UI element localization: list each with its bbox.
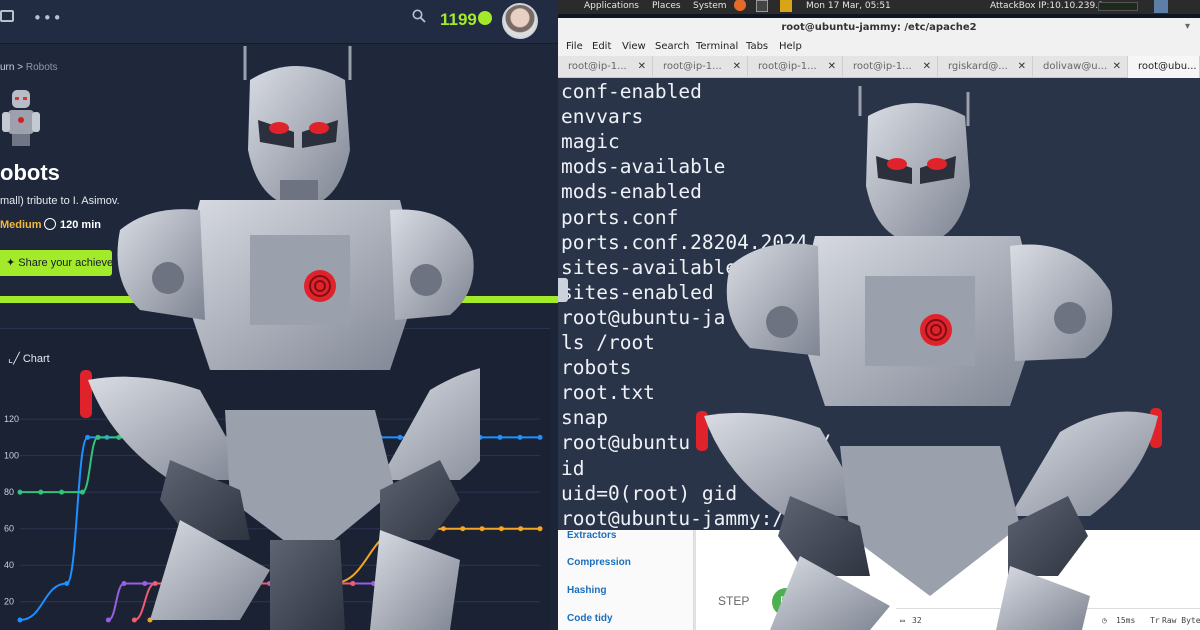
robot-illustration-left xyxy=(80,46,480,630)
terminal-tab[interactable]: root@ip-1... ✕ xyxy=(653,56,748,78)
search-icon[interactable] xyxy=(412,9,426,27)
chart-point[interactable] xyxy=(518,526,524,532)
terminal-line: root.txt xyxy=(561,381,655,405)
terminal-tab[interactable]: root@ip-1... ✕ xyxy=(748,56,843,78)
chart-y-tick-label: 20 xyxy=(4,597,14,607)
chart-point[interactable] xyxy=(38,489,44,495)
chart-tab[interactable]: ⌞╱ Chart xyxy=(8,352,50,365)
terminal-line: robots xyxy=(561,356,632,380)
menu-tabs[interactable]: Tabs xyxy=(746,41,768,52)
top-navbar: ••• 1199 xyxy=(0,0,558,44)
chart-icon: ⌞╱ xyxy=(8,353,23,365)
menu-terminal[interactable]: Terminal xyxy=(696,41,738,52)
terminal-tab[interactable]: root@ip-1... ✕ xyxy=(558,56,653,78)
desktop-top-panel: Applications Places System Mon 17 Mar, 0… xyxy=(558,0,1200,14)
clock-icon xyxy=(44,218,56,230)
terminal-line: ports.conf xyxy=(561,205,679,229)
breadcrumb: urn > Robots xyxy=(0,62,58,73)
chart-y-tick-label: 80 xyxy=(4,487,14,497)
clock: Mon 17 Mar, 05:51 xyxy=(806,1,891,11)
tab-label: root@ip-1... xyxy=(568,61,627,72)
points-counter: 1199 xyxy=(440,10,477,29)
close-icon[interactable]: ✕ xyxy=(1113,61,1121,72)
chart-y-tick-label: 40 xyxy=(4,560,14,570)
terminal-line: mods-enabled xyxy=(561,180,702,204)
category-extractors[interactable]: Extractors xyxy=(567,530,616,541)
share-icon: ✦ xyxy=(6,257,19,269)
room-title: obots xyxy=(0,160,60,185)
tab-label: root@ip-1... xyxy=(853,61,912,72)
side-drawer-handle[interactable] xyxy=(558,278,568,302)
room-thumbnail-robot xyxy=(0,86,42,150)
app-launcher-icon[interactable] xyxy=(780,0,792,12)
window-icon[interactable] xyxy=(0,10,14,22)
terminal-window-title: root@ubuntu-jammy: /etc/apache2 xyxy=(781,22,977,33)
close-icon[interactable]: ✕ xyxy=(638,61,646,72)
tab-label: rgiskard@... xyxy=(948,61,1008,72)
menu-help[interactable]: Help xyxy=(779,41,802,52)
chart-point[interactable] xyxy=(517,434,523,440)
chart-point[interactable] xyxy=(17,489,23,495)
category-code-tidy[interactable]: Code tidy xyxy=(567,613,613,624)
breadcrumb-current: Robots xyxy=(25,62,58,73)
robot-illustration-right xyxy=(696,86,1162,630)
menu-search[interactable]: Search xyxy=(655,41,689,52)
chart-y-tick-label: 60 xyxy=(4,524,14,534)
chart-point[interactable] xyxy=(537,526,543,532)
close-icon[interactable]: ✕ xyxy=(923,61,931,72)
more-options-icon[interactable]: ••• xyxy=(33,9,63,27)
menu-view[interactable]: View xyxy=(622,41,646,52)
category-compression[interactable]: Compression xyxy=(567,557,631,568)
terminal-launcher-icon[interactable] xyxy=(756,0,768,12)
menu-edit[interactable]: Edit xyxy=(592,41,611,52)
tab-label: root@ip-1... xyxy=(758,61,817,72)
chart-tab-label: Chart xyxy=(22,353,50,365)
difficulty-label: Medium xyxy=(0,219,42,231)
chart-point[interactable] xyxy=(537,434,543,440)
menu-system[interactable]: System xyxy=(693,1,727,11)
chart-point[interactable] xyxy=(497,434,503,440)
chart-point[interactable] xyxy=(479,526,485,532)
terminal-menubar: File Edit View Search Terminal Tabs Help xyxy=(558,38,1200,56)
close-icon[interactable]: ✕ xyxy=(733,61,741,72)
chart-point[interactable] xyxy=(64,580,70,586)
window-controls-icon[interactable]: ▾ xyxy=(1185,21,1190,32)
terminal-tab-bar: root@ip-1... ✕ root@ip-1... ✕ root@ip-1...… xyxy=(558,56,1200,78)
workspace-icon[interactable] xyxy=(1154,0,1168,13)
tab-label: dolivaw@u... xyxy=(1043,61,1108,72)
terminal-line: snap xyxy=(561,406,608,430)
tab-label: root@ip-1... xyxy=(663,61,722,72)
chart-point[interactable] xyxy=(498,526,504,532)
category-hashing[interactable]: Hashing xyxy=(567,585,606,596)
terminal-tab[interactable]: dolivaw@u... ✕ xyxy=(1033,56,1128,78)
firefox-icon[interactable] xyxy=(734,0,746,11)
tab-label: root@ubu... xyxy=(1138,61,1197,72)
close-icon[interactable]: ✕ xyxy=(828,61,836,72)
menu-places[interactable]: Places xyxy=(652,1,681,11)
terminal-line: envvars xyxy=(561,105,644,129)
menu-applications[interactable]: Applications xyxy=(584,1,639,11)
chart-point[interactable] xyxy=(59,489,65,495)
streak-flame-icon xyxy=(478,11,492,25)
terminal-tab[interactable]: rgiskard@... ✕ xyxy=(938,56,1033,78)
close-icon[interactable]: ✕ xyxy=(1018,61,1026,72)
terminal-line: magic xyxy=(561,130,620,154)
terminal-tab[interactable]: root@ip-1... ✕ xyxy=(843,56,938,78)
system-monitor-graph xyxy=(1098,2,1138,11)
chart-point[interactable] xyxy=(17,617,23,623)
terminal-title-bar: root@ubuntu-jammy: /etc/apache2 ▾ xyxy=(558,18,1200,40)
terminal-line: ls /root xyxy=(561,331,655,354)
breadcrumb-separator: > xyxy=(17,62,24,73)
attackbox-ip: AttackBox IP:10.10.239.1 xyxy=(990,1,1104,11)
menu-file[interactable]: File xyxy=(566,41,583,52)
chart-y-tick-label: 120 xyxy=(4,414,19,424)
terminal-line: id xyxy=(561,456,585,480)
breadcrumb-learn[interactable]: urn xyxy=(0,62,14,73)
terminal-tab-active[interactable]: root@ubu... xyxy=(1128,56,1200,78)
chart-y-tick-label: 100 xyxy=(4,451,19,461)
user-avatar[interactable] xyxy=(502,3,538,39)
terminal-line: conf-enabled xyxy=(561,80,702,103)
